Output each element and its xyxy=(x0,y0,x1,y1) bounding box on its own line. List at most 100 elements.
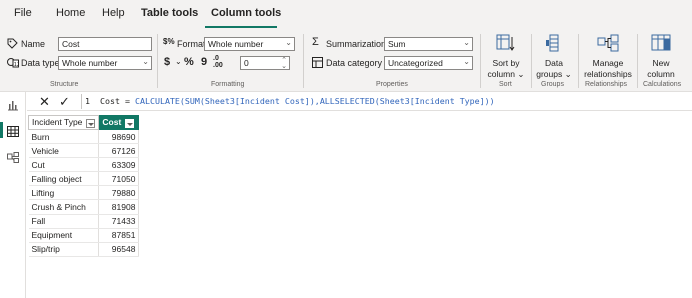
table-row: Equipment 87851 xyxy=(28,228,140,243)
cell-cost[interactable]: 67126 xyxy=(98,143,140,159)
formula-arg-cost: Sheet3[Incident Cost] xyxy=(204,96,310,106)
cell-cost[interactable]: 81908 xyxy=(98,199,140,215)
close-icon[interactable]: ✕ xyxy=(39,94,50,110)
filter-dropdown-icon[interactable] xyxy=(125,118,135,128)
formula-input[interactable]: 1 Cost = CALCULATE(SUM(Sheet3[Incident C… xyxy=(85,96,495,106)
data-groups-label-2: groups xyxy=(536,69,563,79)
group-label-groups: Groups xyxy=(541,81,564,88)
cell-incident-type[interactable]: Equipment xyxy=(28,228,100,243)
group-divider xyxy=(637,34,638,88)
comma-style-button[interactable]: 9 xyxy=(201,57,207,68)
group-label-sort: Sort xyxy=(499,81,512,88)
ribbon: Name Cost 12 Data type Whole number ⌄ St… xyxy=(0,30,692,92)
cell-incident-type[interactable]: Vehicle xyxy=(28,143,100,159)
format-label: Format xyxy=(177,39,206,49)
tab-home[interactable]: Home xyxy=(56,7,85,19)
decimal-places-stepper[interactable]: 0 ⌃ ⌄ xyxy=(240,56,290,70)
data-type-icon: 12 xyxy=(7,57,20,71)
chevron-down-icon[interactable]: ⌄ xyxy=(175,58,182,66)
data-category-dropdown[interactable]: Uncategorized ⌄ xyxy=(384,56,473,70)
cell-cost[interactable]: 71050 xyxy=(98,171,140,187)
decimal-places-value: 0 xyxy=(244,58,249,68)
cell-cost[interactable]: 71433 xyxy=(98,214,140,229)
formula-prefix: Cost = xyxy=(100,96,135,106)
formula-fn-calculate: CALCULATE( xyxy=(134,96,185,106)
decimal-places-icon[interactable]: .0.00 xyxy=(213,55,223,69)
group-divider xyxy=(480,34,481,88)
ribbon-tab-bar: File Home Help Table tools Column tools xyxy=(0,0,692,30)
sort-by-column-icon xyxy=(484,34,528,55)
formula-arg-type: Sheet3[Incident Type] xyxy=(379,96,485,106)
manage-relationships-label-1: Manage xyxy=(592,58,624,68)
tab-file[interactable]: File xyxy=(14,7,32,19)
cell-incident-type[interactable]: Fall xyxy=(28,214,100,229)
table-row: Crush & Pinch 81908 xyxy=(28,199,140,215)
format-dropdown[interactable]: Whole number ⌄ xyxy=(204,37,295,51)
format-value: Whole number xyxy=(208,39,264,49)
group-divider xyxy=(157,34,158,88)
new-column-label-2: column xyxy=(647,69,675,79)
report-view-icon[interactable] xyxy=(7,98,20,111)
name-field[interactable]: Cost xyxy=(58,37,152,51)
table-row: Lifting 79880 xyxy=(28,185,140,201)
data-type-value: Whole number xyxy=(62,58,118,68)
summarization-dropdown[interactable]: Sum ⌄ xyxy=(384,37,473,51)
table-row: Fall 71433 xyxy=(28,214,140,229)
formula-line-number: 1 xyxy=(85,96,90,106)
chevron-down-icon: ⌄ xyxy=(463,57,470,66)
relationships-icon xyxy=(580,34,636,55)
tab-help[interactable]: Help xyxy=(102,7,125,19)
data-category-icon xyxy=(312,57,323,71)
new-column-icon xyxy=(640,34,682,55)
chevron-down-icon: ⌄ xyxy=(562,69,572,79)
tab-table-tools[interactable]: Table tools xyxy=(141,7,198,19)
cell-incident-type[interactable]: Slip/trip xyxy=(28,242,100,257)
currency-button[interactable]: $ xyxy=(164,57,170,68)
cell-incident-type[interactable]: Cut xyxy=(28,157,100,173)
data-table: Incident Type Cost Burn 98690 Vehicle 6712… xyxy=(27,115,140,257)
group-label-formatting: Formatting xyxy=(211,81,245,88)
stepper-arrows-icon[interactable]: ⌃ ⌄ xyxy=(281,57,287,69)
cell-cost[interactable]: 63309 xyxy=(98,157,140,173)
table-row: Slip/trip 96548 xyxy=(28,242,140,257)
data-type-dropdown[interactable]: Whole number ⌄ xyxy=(58,56,152,70)
summarization-label: Summarization xyxy=(326,39,387,49)
model-view-icon[interactable] xyxy=(7,150,20,163)
sigma-icon: Σ xyxy=(312,36,319,48)
formula-divider xyxy=(81,94,82,109)
new-column-button[interactable]: New column xyxy=(640,34,682,80)
cell-incident-type[interactable]: Burn xyxy=(28,129,100,145)
formula-mid: ), xyxy=(309,96,320,106)
column-header-incident-type[interactable]: Incident Type xyxy=(27,115,100,130)
summarization-value: Sum xyxy=(388,39,406,49)
cell-incident-type[interactable]: Crush & Pinch xyxy=(28,199,100,215)
tag-icon xyxy=(7,38,18,52)
formula-fn-allselected: ALLSELECTED( xyxy=(319,96,380,106)
data-category-value: Uncategorized xyxy=(388,58,443,68)
chevron-down-icon: ⌄ xyxy=(514,69,525,79)
sort-by-column-button[interactable]: Sort by column ⌄ xyxy=(484,34,528,80)
column-header-cost[interactable]: Cost xyxy=(98,115,140,130)
cell-cost[interactable]: 98690 xyxy=(98,129,140,145)
formula-fn-sum: SUM( xyxy=(184,96,205,106)
column-header-label: Cost xyxy=(102,117,122,128)
cell-incident-type[interactable]: Falling object xyxy=(28,171,100,187)
manage-relationships-button[interactable]: Manage relationships xyxy=(580,34,636,80)
cell-cost[interactable]: 87851 xyxy=(98,228,140,243)
cell-incident-type[interactable]: Lifting xyxy=(28,185,100,201)
group-divider xyxy=(578,34,579,88)
sort-by-label-2: column xyxy=(487,69,515,79)
percent-button[interactable]: % xyxy=(184,57,194,68)
data-groups-button[interactable]: Data groups ⌄ xyxy=(533,34,575,80)
manage-relationships-label-2: relationships xyxy=(584,69,632,79)
chevron-down-icon: ⌄ xyxy=(285,38,292,47)
check-icon[interactable]: ✓ xyxy=(59,94,70,110)
cell-cost[interactable]: 79880 xyxy=(98,185,140,201)
group-label-relationships: Relationships xyxy=(585,81,628,88)
data-type-label: Data type xyxy=(21,58,60,68)
table-view-icon[interactable] xyxy=(7,124,20,137)
cell-cost[interactable]: 96548 xyxy=(98,242,140,257)
tab-column-tools[interactable]: Column tools xyxy=(211,7,281,19)
group-divider xyxy=(303,34,304,88)
filter-dropdown-icon[interactable] xyxy=(86,118,96,128)
